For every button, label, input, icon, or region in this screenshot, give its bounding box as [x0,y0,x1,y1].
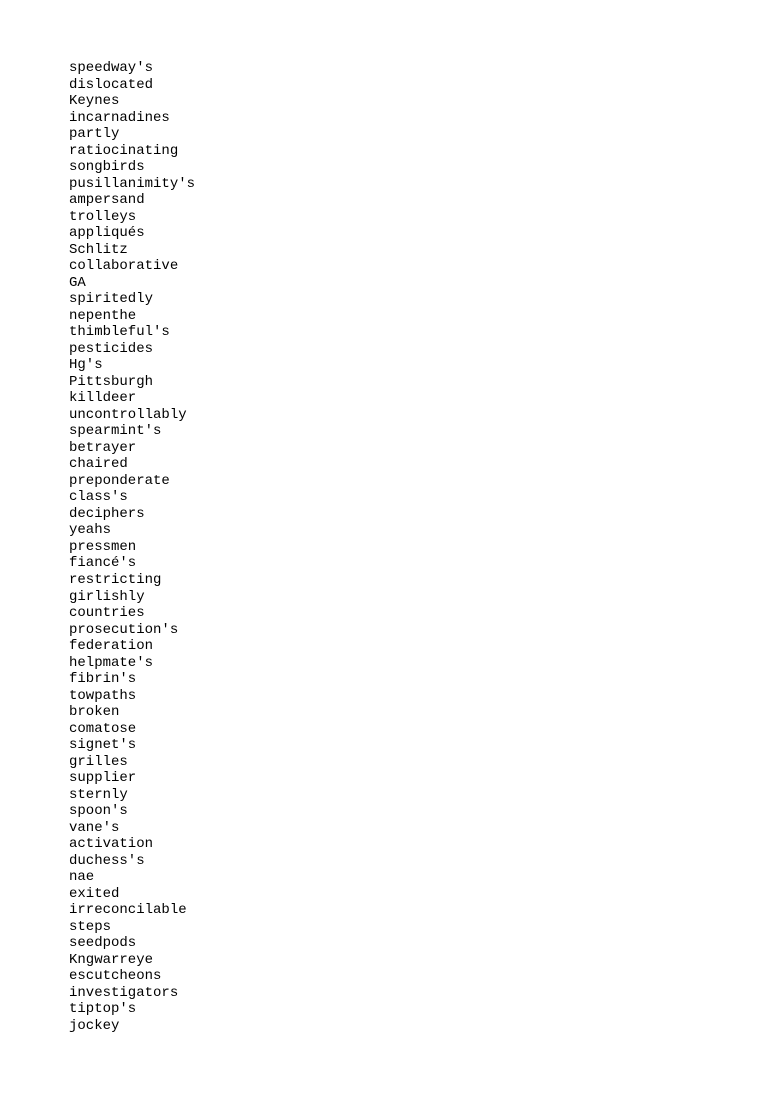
list-item: Keynes [69,93,768,110]
list-item: incarnadines [69,110,768,127]
list-item: helpmate's [69,655,768,672]
list-item: partly [69,126,768,143]
list-item: signet's [69,737,768,754]
list-item: seedpods [69,935,768,952]
list-item: Schlitz [69,242,768,259]
list-item: prosecution's [69,622,768,639]
list-item: tiptop's [69,1001,768,1018]
list-item: nepenthe [69,308,768,325]
list-item: fibrin's [69,671,768,688]
list-item: trolleys [69,209,768,226]
list-item: vane's [69,820,768,837]
list-item: towpaths [69,688,768,705]
word-list: speedway'sdislocatedKeynesincarnadinespa… [69,60,768,1034]
list-item: uncontrollably [69,407,768,424]
list-item: exited [69,886,768,903]
list-item: yeahs [69,522,768,539]
list-item: appliqués [69,225,768,242]
list-item: collaborative [69,258,768,275]
list-item: girlishly [69,589,768,606]
list-item: grilles [69,754,768,771]
list-item: spiritedly [69,291,768,308]
list-item: federation [69,638,768,655]
list-item: pesticides [69,341,768,358]
list-item: betrayer [69,440,768,457]
list-item: activation [69,836,768,853]
list-item: pusillanimity's [69,176,768,193]
list-item: duchess's [69,853,768,870]
list-item: sternly [69,787,768,804]
list-item: pressmen [69,539,768,556]
list-item: Kngwarreye [69,952,768,969]
list-item: spearmint's [69,423,768,440]
list-item: killdeer [69,390,768,407]
list-item: supplier [69,770,768,787]
list-item: deciphers [69,506,768,523]
list-item: countries [69,605,768,622]
list-item: ratiocinating [69,143,768,160]
list-item: escutcheons [69,968,768,985]
list-item: comatose [69,721,768,738]
list-item: ampersand [69,192,768,209]
list-item: investigators [69,985,768,1002]
list-item: Hg's [69,357,768,374]
list-item: nae [69,869,768,886]
list-item: fiancé's [69,555,768,572]
list-item: dislocated [69,77,768,94]
list-item: broken [69,704,768,721]
list-item: songbirds [69,159,768,176]
list-item: GA [69,275,768,292]
list-item: restricting [69,572,768,589]
list-item: jockey [69,1018,768,1035]
list-item: preponderate [69,473,768,490]
list-item: spoon's [69,803,768,820]
list-item: thimbleful's [69,324,768,341]
list-item: class's [69,489,768,506]
list-item: chaired [69,456,768,473]
list-item: steps [69,919,768,936]
list-item: irreconcilable [69,902,768,919]
list-item: Pittsburgh [69,374,768,391]
list-item: speedway's [69,60,768,77]
